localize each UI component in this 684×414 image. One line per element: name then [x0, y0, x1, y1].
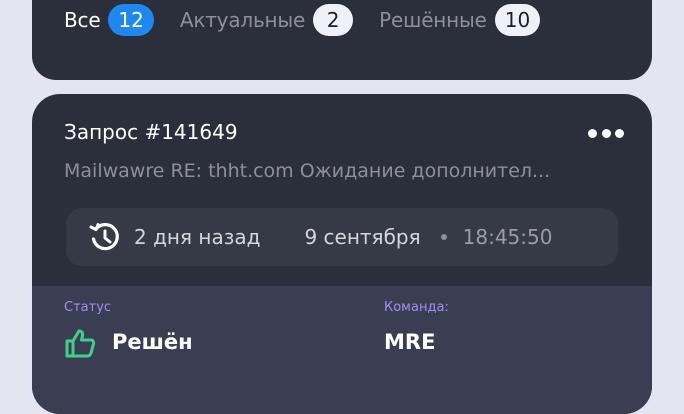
team-label: Команда: [384, 300, 449, 315]
filter-tabs: Все 12 Актуальные 2 Решённые 10 [64, 2, 566, 38]
thumbs-up-icon [65, 329, 96, 358]
status-label: Статус [64, 300, 112, 315]
status-value: Решён [112, 330, 193, 354]
tab-actual-count: 2 [313, 4, 354, 36]
more-horizontal-icon[interactable] [588, 126, 624, 140]
filter-tabs-panel: Все 12 Актуальные 2 Решённые 10 [32, 0, 652, 80]
tab-resolved-count: 10 [494, 4, 541, 36]
request-card[interactable]: Запрос #141649 Mailwawre RE: thht.com Ож… [32, 94, 652, 414]
request-subject: Mailwawre RE: thht.com Ожидание дополнит… [64, 160, 551, 182]
status-section: Статус Решён Команда: MRE [32, 286, 652, 414]
tab-resolved-label: Решённые [379, 8, 487, 32]
request-title: Запрос #141649 [64, 120, 238, 144]
request-time-info: 2 дня назад 9 сентября 18:45:50 [66, 208, 618, 266]
separator-dot [440, 234, 447, 240]
tab-actual-label: Актуальные [179, 8, 306, 32]
tab-resolved[interactable]: Решённые 10 [379, 4, 541, 36]
request-time: 18:45:50 [462, 225, 553, 249]
team-value: MRE [384, 330, 436, 354]
request-date: 9 сентября [304, 225, 421, 249]
tab-actual[interactable]: Актуальные 2 [179, 4, 354, 36]
clock-history-icon [89, 223, 119, 251]
tab-all[interactable]: Все 12 [64, 4, 154, 36]
tab-all-label: Все [64, 8, 101, 32]
tab-all-count: 12 [108, 4, 154, 36]
time-ago: 2 дня назад [134, 225, 261, 249]
